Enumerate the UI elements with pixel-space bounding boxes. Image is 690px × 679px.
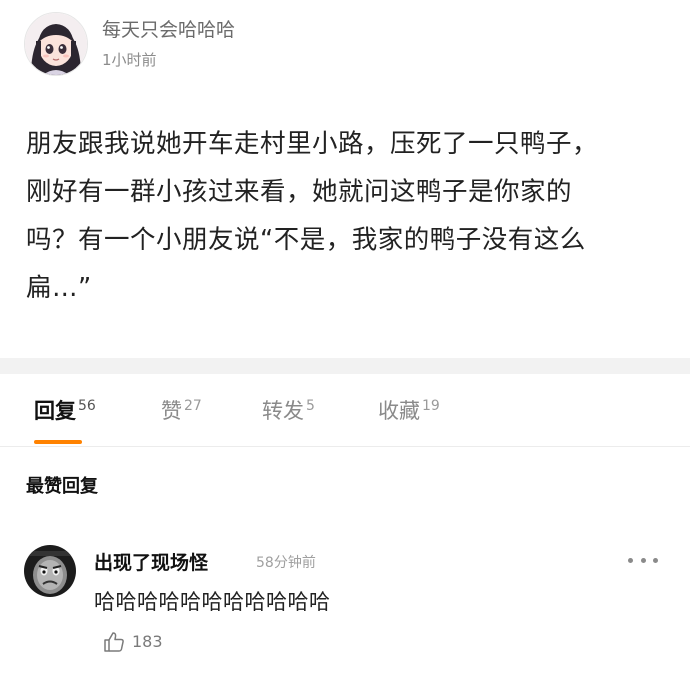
tab-label: 赞: [161, 399, 182, 423]
more-dots-icon: [640, 557, 646, 563]
comment-time: 58分钟前: [256, 555, 316, 571]
section-title: 最赞回复: [26, 476, 98, 497]
tab-count: 27: [184, 398, 202, 414]
like-count: 183: [132, 632, 163, 651]
post-time: 1小时前: [102, 51, 157, 69]
tab-replies[interactable]: 回复 56: [34, 396, 96, 426]
active-tab-indicator: [34, 440, 82, 444]
post-body: 朋友跟我说她开车走村里小路，压死了一只鸭子， 刚好有一群小孩过来看，她就问这鸭子…: [26, 120, 666, 312]
tab-label: 转发: [262, 399, 304, 423]
post-header: 每天只会哈哈哈 1小时前: [24, 12, 235, 76]
tab-label: 收藏: [378, 399, 420, 423]
tab-label: 回复: [34, 399, 76, 423]
section-divider: [0, 358, 690, 374]
more-dots-icon: [628, 557, 633, 563]
thumbs-up-icon: [104, 632, 124, 652]
author-block: 每天只会哈哈哈 1小时前: [102, 17, 235, 71]
tab-reposts[interactable]: 转发 5: [262, 396, 315, 426]
comment-item: 出现了现场怪 58分钟前 哈哈哈哈哈哈哈哈哈哈哈 183: [24, 545, 666, 665]
post-text-line: 朋友跟我说她开车走村里小路，压死了一只鸭子，: [26, 129, 599, 159]
more-options-button[interactable]: [628, 550, 658, 570]
comment-text: 哈哈哈哈哈哈哈哈哈哈哈: [94, 590, 331, 614]
author-avatar[interactable]: [24, 12, 88, 76]
tab-count: 56: [78, 398, 96, 414]
tab-count: 19: [422, 398, 440, 414]
post-text-line: 扁…”: [26, 273, 92, 303]
tab-count: 5: [306, 398, 315, 414]
interaction-tabs: 回复 56 赞 27 转发 5 收藏 19: [0, 384, 690, 447]
tab-favorites[interactable]: 收藏 19: [378, 396, 440, 426]
tab-likes[interactable]: 赞 27: [161, 396, 202, 426]
post-text-line: 刚好有一群小孩过来看，她就问这鸭子是你家的: [26, 177, 573, 207]
post-text-line: 吗？有一个小朋友说“不是，我家的鸭子没有这么: [26, 225, 586, 255]
author-name[interactable]: 每天只会哈哈哈: [102, 17, 235, 43]
commenter-avatar[interactable]: [24, 545, 76, 597]
commenter-name[interactable]: 出现了现场怪: [94, 550, 208, 576]
more-dots-icon: [653, 557, 658, 563]
comment-like-button[interactable]: 183: [102, 630, 163, 654]
